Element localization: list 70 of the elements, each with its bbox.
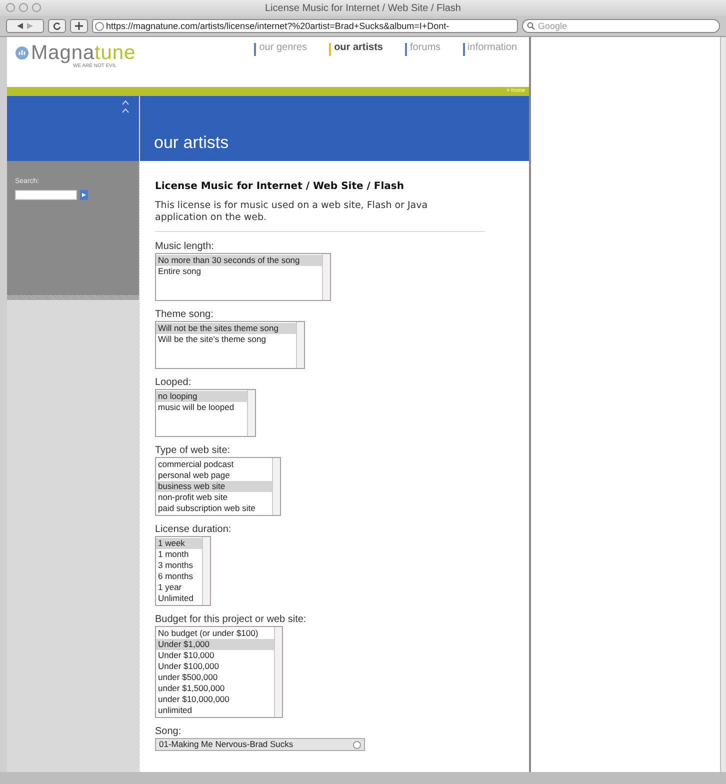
list-option[interactable]: Entire song bbox=[156, 266, 322, 277]
dropdown-value: 01-Making Me Nervous-Brad Sucks bbox=[159, 740, 294, 749]
search-field[interactable]: Google bbox=[522, 19, 720, 33]
list-option[interactable]: Under $1,000 bbox=[156, 639, 274, 650]
search-input[interactable]: Google bbox=[538, 21, 715, 31]
scrollbar-track[interactable] bbox=[296, 322, 304, 368]
arrow-icon bbox=[82, 192, 86, 196]
list-option[interactable]: No budget (or under $100) bbox=[156, 628, 274, 639]
list-option[interactable]: non-profit web site bbox=[156, 492, 272, 503]
list-option[interactable]: business web site bbox=[156, 481, 272, 492]
list-option[interactable]: music will be looped bbox=[156, 402, 247, 413]
search-icon bbox=[527, 22, 535, 30]
field-label: Theme song: bbox=[155, 309, 214, 320]
list-option[interactable]: No more than 30 seconds of the song bbox=[156, 255, 322, 266]
list-option[interactable]: under $1,500,000 bbox=[156, 683, 274, 694]
list-option[interactable]: 1 week bbox=[156, 538, 202, 549]
list-box[interactable]: No more than 30 seconds of the song Entire song bbox=[155, 253, 331, 301]
search-go-button[interactable] bbox=[80, 190, 88, 200]
list-box[interactable]: commercial podcast personal web page business web site non-profit web site paid subscription web site bbox=[155, 457, 281, 516]
list-option[interactable]: under $500,000 bbox=[156, 672, 274, 683]
list-option[interactable]: personal web page bbox=[156, 470, 272, 481]
list-option[interactable]: 3 months bbox=[156, 560, 202, 571]
list-box[interactable]: No budget (or under $100) Under $1,000 Under $10,000 Under $100,000 under $500,000 under $1,500,000 under $10,000,000 unlimited bbox=[155, 626, 283, 718]
list-box[interactable]: no looping music will be looped bbox=[155, 389, 256, 437]
scrollbar-track[interactable] bbox=[272, 458, 280, 515]
site-search-field[interactable] bbox=[15, 190, 77, 200]
url-text: https://magnatune.com/artists/license/internet?%20artist=Brad+Sucks&album=I+Dont- bbox=[106, 22, 450, 30]
list-option[interactable]: Unlimited bbox=[156, 593, 202, 604]
section-title: our artists bbox=[154, 134, 229, 151]
form-heading: License Music for Internet / Web Site / Flash bbox=[155, 181, 405, 193]
list-option[interactable]: paid subscription web site bbox=[156, 503, 272, 514]
scrollbar-track[interactable] bbox=[247, 390, 255, 436]
list-option[interactable]: under $10,000,000 bbox=[156, 694, 274, 705]
address-field[interactable]: https://magnatune.com/artists/license/internet?%20artist=Brad+Sucks&album=I+Dont- bbox=[92, 19, 518, 33]
list-option[interactable]: Will be the site's theme song bbox=[156, 334, 296, 345]
add-bookmark-button[interactable] bbox=[70, 19, 88, 33]
scrollbar[interactable] bbox=[720, 37, 726, 772]
list-option[interactable]: commercial podcast bbox=[156, 459, 272, 470]
list-option[interactable]: unlimited bbox=[156, 705, 274, 716]
field-label: License duration: bbox=[155, 524, 232, 535]
plus-icon bbox=[75, 22, 83, 30]
scrollbar-track[interactable] bbox=[202, 537, 210, 605]
scrollbar-track[interactable] bbox=[274, 627, 282, 717]
reload-icon bbox=[53, 22, 61, 30]
forward-arrow-icon bbox=[27, 23, 33, 29]
site-icon bbox=[95, 22, 104, 30]
list-box[interactable]: Will not be the sites theme song Will be the site's theme song bbox=[155, 321, 305, 369]
field-label: Looped: bbox=[155, 377, 192, 388]
window-title: License Music for Internet / Web Site / Flash bbox=[264, 2, 461, 16]
logo-icon bbox=[15, 46, 29, 60]
back-forward-button[interactable] bbox=[6, 19, 44, 33]
reload-button[interactable] bbox=[48, 19, 66, 33]
list-option[interactable]: no looping bbox=[156, 391, 247, 402]
song-dropdown[interactable]: 01-Making Me Nervous-Brad Sucks bbox=[155, 738, 365, 751]
list-box[interactable]: 1 week 1 month 3 months 6 months 1 year Unlimited bbox=[155, 536, 211, 606]
list-option[interactable]: Under $10,000 bbox=[156, 650, 274, 661]
list-option[interactable]: 6 months bbox=[156, 571, 202, 582]
field-label: Music length: bbox=[155, 241, 215, 252]
list-option[interactable]: 1 month bbox=[156, 549, 202, 560]
list-option[interactable]: Will not be the sites theme song bbox=[156, 323, 296, 334]
field-label: Budget for this project or web site: bbox=[155, 614, 308, 625]
scrollbar-track[interactable] bbox=[322, 254, 330, 300]
back-arrow-icon bbox=[17, 23, 23, 29]
nav-link[interactable]: our artists bbox=[334, 43, 383, 53]
site-logo[interactable]: Magnatune bbox=[31, 43, 136, 63]
field-label: Type of web site: bbox=[155, 445, 232, 456]
list-option[interactable]: Under $100,000 bbox=[156, 661, 274, 672]
list-option[interactable]: 1 year bbox=[156, 582, 202, 593]
intro-text: This license is for music used on a web site, Flash or Java application on the web. bbox=[155, 200, 429, 224]
field-label: Song: bbox=[155, 726, 182, 737]
